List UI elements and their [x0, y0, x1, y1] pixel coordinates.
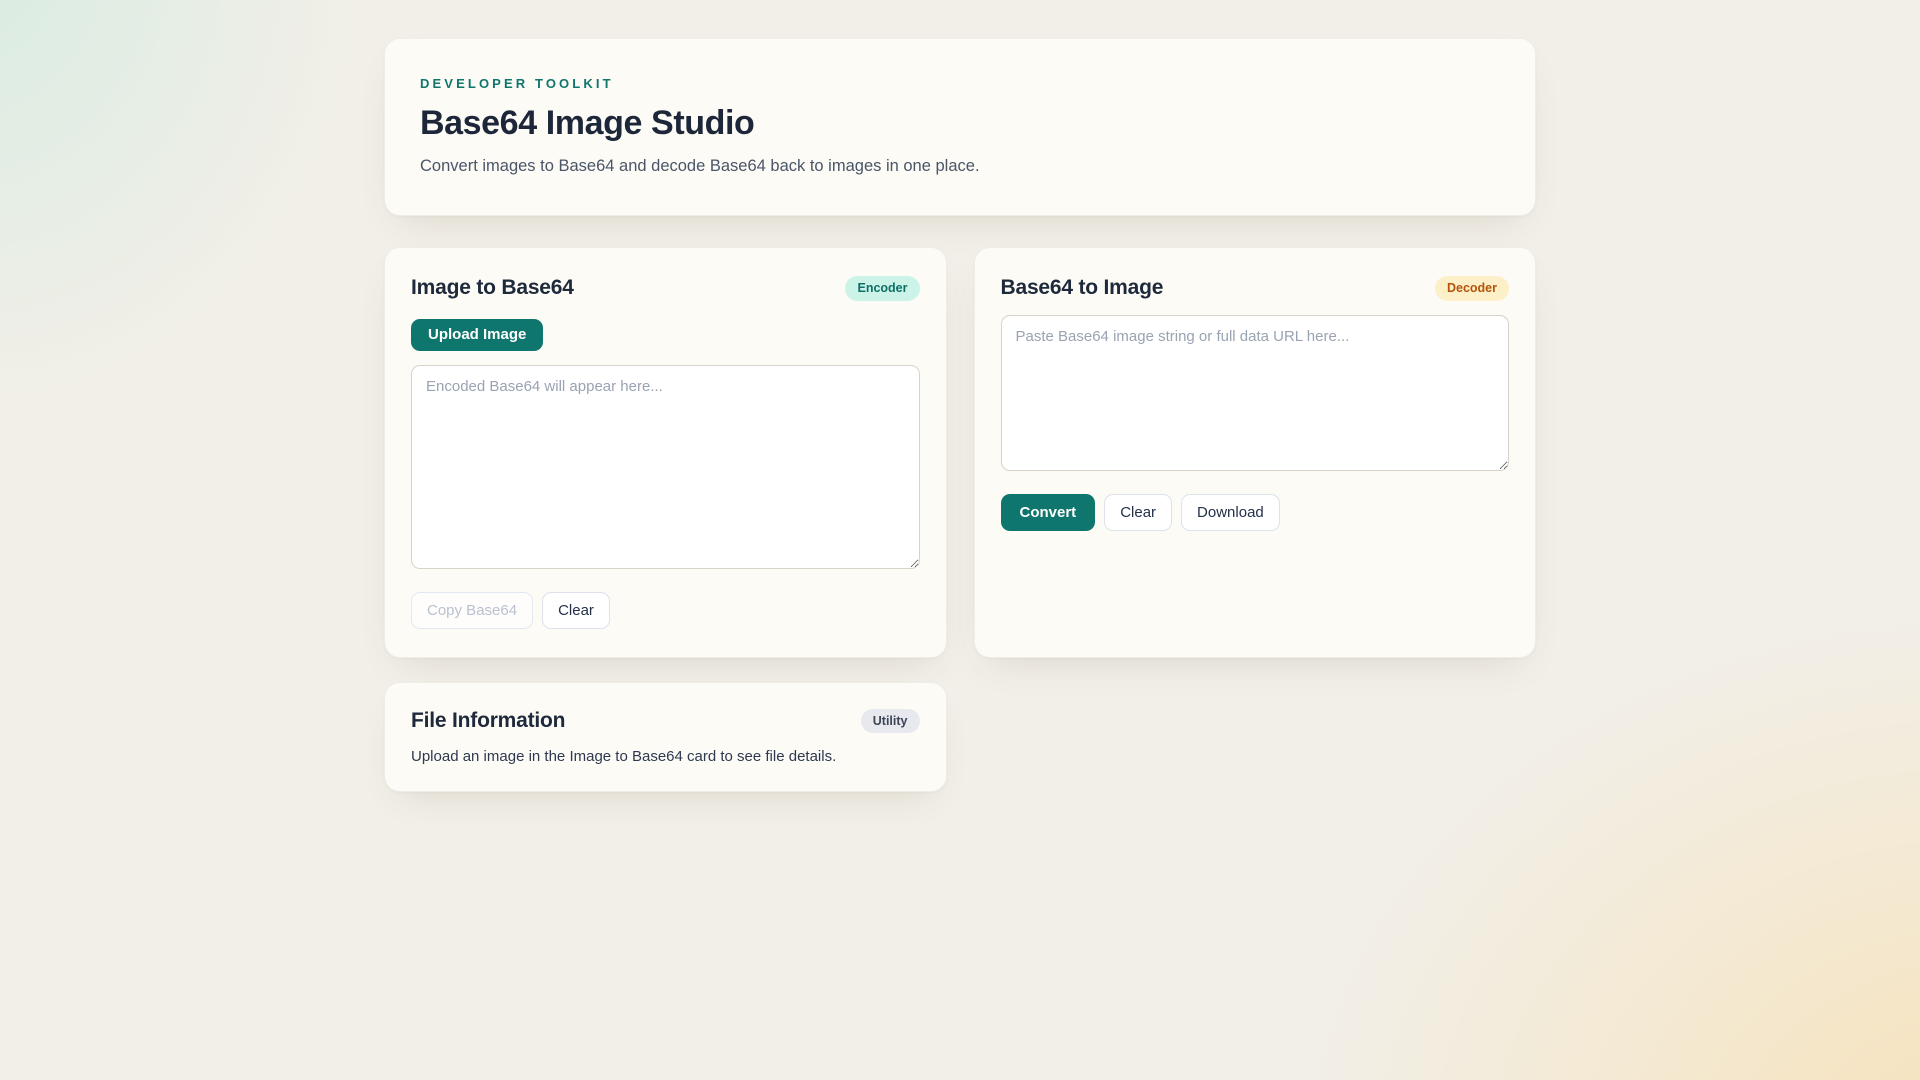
utility-badge: Utility — [860, 708, 920, 733]
file-info-empty-message: Upload an image in the Image to Base64 c… — [411, 748, 837, 765]
decoder-card: Base64 to Image Decoder Convert Clear Do… — [973, 247, 1536, 658]
encoder-card: Image to Base64 Encoder Upload Image Cop… — [384, 247, 947, 658]
encoder-badge: Encoder — [845, 276, 920, 301]
decoder-actions: Convert Clear Download — [1000, 493, 1510, 531]
copy-base64-button[interactable]: Copy Base64 — [411, 591, 534, 629]
file-info-card-header: File Information Utility — [411, 708, 920, 733]
app-eyebrow: DEVELOPER TOOLKIT — [420, 76, 614, 91]
convert-button[interactable]: Convert — [1000, 493, 1096, 531]
encoder-actions: Copy Base64 Clear — [411, 591, 920, 629]
encoder-clear-button[interactable]: Clear — [542, 591, 610, 629]
page-title: Base64 Image Studio — [420, 104, 755, 142]
decoder-clear-button[interactable]: Clear — [1104, 493, 1173, 531]
cards-grid: Image to Base64 Encoder Upload Image Cop… — [384, 247, 1536, 792]
page-container: DEVELOPER TOOLKIT Base64 Image Studio Co… — [384, 0, 1536, 792]
decoder-badge: Decoder — [1434, 276, 1509, 301]
file-info-card-title: File Information — [411, 708, 566, 732]
encoder-card-header: Image to Base64 Encoder — [411, 276, 920, 301]
upload-row: Upload Image — [411, 318, 920, 351]
file-info-card: File Information Utility Upload an image… — [384, 681, 947, 792]
base64-input-textarea[interactable] — [1000, 314, 1509, 471]
download-button[interactable]: Download — [1181, 493, 1280, 531]
page-subtitle: Convert images to Base64 and decode Base… — [420, 157, 980, 175]
base64-output-textarea[interactable] — [411, 364, 920, 569]
header-card: DEVELOPER TOOLKIT Base64 Image Studio Co… — [384, 38, 1536, 216]
decoder-card-title: Base64 to Image — [1000, 276, 1164, 300]
decoder-card-header: Base64 to Image Decoder — [1000, 276, 1509, 301]
upload-image-button[interactable]: Upload Image — [411, 318, 544, 351]
encoder-card-title: Image to Base64 — [411, 276, 574, 300]
